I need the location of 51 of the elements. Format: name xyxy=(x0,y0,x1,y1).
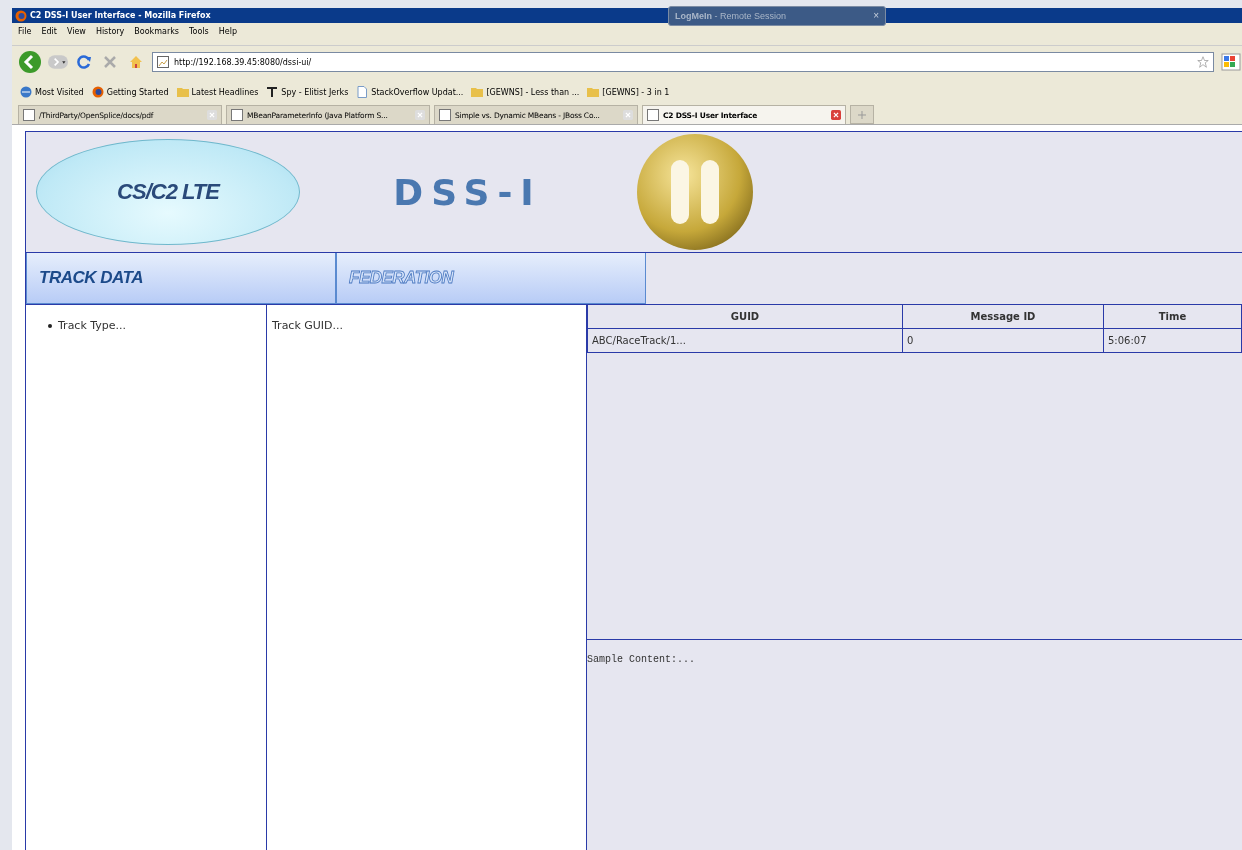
close-icon[interactable] xyxy=(831,110,841,120)
window-title: C2 DSS-I User Interface - Mozilla Firefox xyxy=(30,11,211,20)
remote-session-title: LogMeIn - Remote Session xyxy=(675,11,787,21)
page-icon xyxy=(231,109,243,121)
search-engine-icon[interactable] xyxy=(1220,53,1242,71)
page-icon xyxy=(647,109,659,121)
app-title: DSS-I xyxy=(393,171,542,213)
page-icon xyxy=(23,109,35,121)
page-icon xyxy=(356,86,369,98)
plus-icon xyxy=(856,108,868,121)
bookmark-link[interactable]: StackOverflow Updat... xyxy=(371,87,464,97)
menu-item[interactable]: Tools xyxy=(189,26,209,36)
star-icon[interactable] xyxy=(1197,56,1209,68)
pause-icon[interactable] xyxy=(635,132,755,252)
forward-icon[interactable] xyxy=(48,54,68,70)
menu-item[interactable]: Edit xyxy=(41,26,57,36)
address-field[interactable]: http://192.168.39.45:8080/dssi-ui/ xyxy=(152,52,1214,72)
column-header: GUID xyxy=(587,304,903,329)
menu-item[interactable]: History xyxy=(95,26,125,36)
close-button[interactable]: × xyxy=(873,11,879,21)
bookmark-link[interactable]: Latest Headlines xyxy=(191,87,259,97)
nav-tab[interactable]: TRACK DATA xyxy=(26,253,336,304)
track-type-item[interactable]: Track Type... xyxy=(58,319,127,332)
menu-item[interactable]: Help xyxy=(218,26,237,36)
bullet-icon xyxy=(48,323,52,328)
back-icon[interactable] xyxy=(18,50,42,74)
column-header: Message ID xyxy=(902,304,1104,329)
menu-item[interactable]: File xyxy=(18,26,32,36)
firefox-icon xyxy=(15,9,27,22)
page-icon xyxy=(439,109,451,121)
menu-item[interactable]: View xyxy=(66,26,86,36)
logo-ellipse: CS/C2 LTE xyxy=(36,139,300,245)
table-cell: ABC/RaceTrack/1... xyxy=(587,328,903,353)
table-cell: 0 xyxy=(902,328,1104,353)
table-cell: 5:06:07 xyxy=(1103,328,1242,353)
track-guid-text: Track GUID... xyxy=(272,319,344,332)
bookmark-link[interactable]: Most Visited xyxy=(35,87,84,97)
column-header: Time xyxy=(1103,304,1242,329)
bookmark-link[interactable]: [GEWNS] - 3 in 1 xyxy=(602,87,670,97)
folder-icon xyxy=(176,86,189,98)
menu-item[interactable]: Bookmarks xyxy=(134,26,180,36)
folder-icon xyxy=(587,86,600,98)
firefox-icon xyxy=(91,86,104,98)
reload-icon[interactable] xyxy=(74,54,94,70)
sample-content-text: Sample Content:... xyxy=(587,654,696,665)
bookmark-link[interactable]: [GEWNS] - Less than ... xyxy=(486,87,580,97)
bookmark-link[interactable]: Spy - Elitist Jerks xyxy=(281,87,349,97)
page-icon xyxy=(157,56,169,68)
folder-icon xyxy=(471,86,484,98)
new-tab-button[interactable] xyxy=(850,105,874,124)
bookmark-link[interactable]: Getting Started xyxy=(106,87,169,97)
